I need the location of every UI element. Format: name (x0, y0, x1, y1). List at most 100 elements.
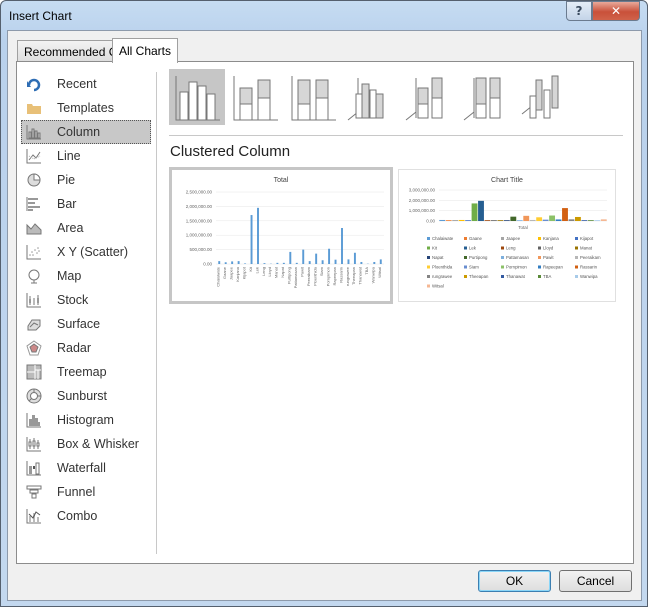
legend-label: TBA (543, 274, 551, 279)
preview-chart-total: Total 0.00 500,000.00 1,000,000.00 1,500,000… (186, 177, 384, 288)
bar-rungrawee (347, 259, 350, 264)
x-tick-label: Kijapot (241, 266, 246, 279)
legend-label: Leng (506, 246, 516, 251)
bar-rapeepan (334, 259, 337, 264)
x-tick-label: Jaapee (228, 266, 233, 280)
sidebar-item-histogram[interactable]: Histogram (21, 408, 151, 432)
sidebar-item-radar[interactable]: Radar (21, 336, 151, 360)
y-tick-label: 2,000,000.00 (186, 204, 213, 209)
subtype-stacked-column[interactable] (227, 69, 283, 125)
chart-title: Chart Title (491, 177, 523, 184)
divider (169, 135, 623, 136)
chart-subtype-gallery (169, 69, 575, 125)
sidebar-item-label: Map (57, 269, 82, 283)
bar-purtipong (510, 216, 517, 221)
recent-icon (26, 76, 42, 92)
subtype-3d-100-stacked-column[interactable] (459, 69, 515, 125)
legend-label: Jaapee (506, 236, 521, 241)
bar-kijapot (465, 220, 472, 221)
x-tick-label: Peeraikam (306, 266, 311, 286)
sidebar-item-stock[interactable]: Stock (21, 288, 151, 312)
sidebar-item-bar[interactable]: Bar (21, 192, 151, 216)
ok-button[interactable]: OK (478, 570, 551, 592)
legend-swatch (501, 256, 504, 259)
x-tick-label: Siam (319, 266, 324, 276)
bar-pattamasan (295, 262, 298, 264)
histogram-chart-icon (26, 412, 42, 428)
sidebar-item-recent[interactable]: Recent (21, 72, 151, 96)
x-tick-label: Pawit (300, 266, 305, 277)
x-tick-label: Wanwipa (371, 266, 376, 283)
legend-label: Lek (469, 246, 477, 251)
bar-thanawat (360, 261, 363, 264)
x-tick-label: Lek (254, 267, 259, 273)
close-button[interactable]: ✕ (592, 1, 640, 21)
sidebar-item-combo[interactable]: Combo (21, 504, 151, 528)
sidebar-item-x-y-scatter[interactable]: X Y (Scatter) (21, 240, 151, 264)
dialog-client: Recommended Charts All Charts Recent Temp… (7, 30, 642, 601)
chart-type-list: Recent Templates Column Line Pie Bar Area X Y (… (21, 72, 151, 528)
sidebar-item-label: Treemap (57, 365, 107, 379)
legend-label: Wanwipa (580, 274, 598, 279)
bar-rassarin (341, 228, 343, 264)
bar-siam (321, 260, 324, 264)
legend-label: Manat (580, 246, 593, 251)
sidebar-item-sunburst[interactable]: Sunburst (21, 384, 151, 408)
legend-swatch (427, 275, 430, 278)
treemap-chart-icon (26, 364, 42, 380)
subtype-100-stacked-column[interactable] (285, 69, 341, 125)
sidebar-item-line[interactable]: Line (21, 144, 151, 168)
x-tick-label: rungrawee (345, 266, 350, 286)
subtype-3d-column[interactable] (517, 69, 573, 125)
bar-ploenthida (315, 253, 318, 264)
sidebar-item-label: X Y (Scatter) (57, 245, 129, 259)
bar-purtipong (289, 251, 292, 264)
legend-swatch (538, 246, 541, 250)
help-button[interactable]: ? (566, 1, 592, 21)
clustered-column-icon (175, 76, 220, 121)
sidebar-item-funnel[interactable]: Funnel (21, 480, 151, 504)
100-stacked-column-icon (291, 76, 336, 121)
sidebar-item-label: Line (57, 149, 81, 163)
sidebar-item-area[interactable]: Area (21, 216, 151, 240)
bar-jaapee (231, 261, 234, 264)
legend-label: Kijapot (580, 236, 594, 241)
subtype-3d-clustered-column[interactable] (343, 69, 399, 125)
sidebar-item-waterfall[interactable]: Waterfall (21, 456, 151, 480)
sidebar-item-column[interactable]: Column (21, 120, 151, 144)
tab-all-charts[interactable]: All Charts (112, 38, 179, 63)
divider (156, 72, 157, 554)
legend-swatch (501, 237, 504, 240)
x-tick-label: Rassarin (338, 267, 343, 283)
y-tick-label: 3,000,000.00 (409, 188, 436, 193)
y-tick-label: 1,000,000.00 (409, 208, 436, 213)
sidebar-item-treemap[interactable]: Treemap (21, 360, 151, 384)
sidebar-item-map[interactable]: Map (21, 264, 151, 288)
legend-label: Siam (469, 265, 479, 270)
subtype-3d-stacked-column[interactable] (401, 69, 457, 125)
sidebar-item-pie[interactable]: Pie (21, 168, 151, 192)
cancel-button[interactable]: Cancel (559, 570, 632, 592)
legend-label: Pawit (543, 255, 554, 260)
legend-swatch (575, 237, 578, 240)
bar-ploenthida (536, 217, 543, 221)
bar-chalaiwate (439, 219, 446, 221)
bar-chart-icon (26, 196, 42, 212)
legend-label: Kit (432, 246, 438, 251)
sidebar-item-templates[interactable]: Templates (21, 96, 151, 120)
area-chart-icon (26, 220, 42, 236)
y-tick-label: 2,000,000.00 (409, 198, 436, 203)
x-tick-label: Ploenthida (312, 266, 317, 286)
y-tick-label: 0.00 (426, 219, 435, 224)
chart-preview-1[interactable]: Total 0.00 500,000.00 1,000,000.00 1,500,000… (169, 167, 393, 304)
sidebar-item-box-whisker[interactable]: Box & Whisker (21, 432, 151, 456)
bar-leng (263, 263, 266, 264)
chart-preview-2[interactable]: Chart Title 0.00 1,000,000.00 2,000,000.00 3… (398, 169, 616, 302)
sidebar-item-surface[interactable]: Surface (21, 312, 151, 336)
subtype-clustered-column[interactable] (169, 69, 225, 125)
stock-chart-icon (26, 292, 42, 308)
sidebar-item-label: Combo (57, 509, 98, 523)
sidebar-item-label: Pie (57, 173, 76, 187)
3d-column-icon (521, 75, 559, 119)
bar-napat (282, 262, 285, 264)
